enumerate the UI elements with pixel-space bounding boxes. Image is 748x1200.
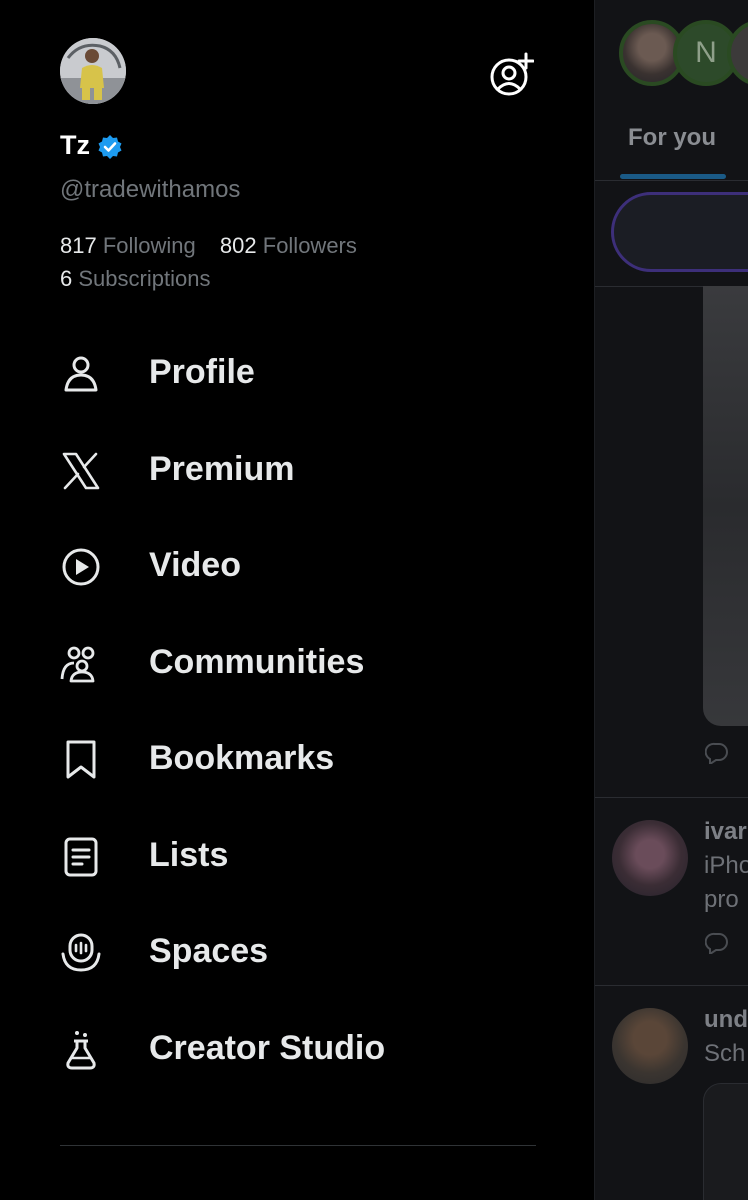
menu-item-communities[interactable]: Communities bbox=[0, 615, 594, 712]
menu-item-creator-studio[interactable]: Creator Studio bbox=[0, 1001, 594, 1098]
bookmark-icon bbox=[66, 740, 96, 779]
verified-badge-icon bbox=[98, 135, 122, 159]
avatar[interactable] bbox=[60, 38, 126, 104]
menu-label-communities: Communities bbox=[149, 642, 365, 681]
display-name[interactable]: Tz bbox=[60, 130, 90, 161]
post-media[interactable] bbox=[703, 286, 748, 726]
add-account-icon[interactable] bbox=[488, 52, 534, 98]
post-text: Sch bbox=[704, 1040, 746, 1067]
menu-label-spaces: Spaces bbox=[149, 932, 269, 970]
menu-item-profile[interactable]: Profile bbox=[0, 325, 594, 422]
flask-icon bbox=[66, 1030, 96, 1069]
post-text: pro bbox=[704, 886, 739, 913]
profile-stats: 817 Following 802 Followers 6 Subscripti… bbox=[60, 229, 357, 295]
spaces-icon bbox=[61, 933, 101, 972]
tab-active-indicator bbox=[620, 174, 726, 179]
menu-item-bookmarks[interactable]: Bookmarks bbox=[0, 711, 594, 808]
home-feed-background: For you N ivar iPho pro und Sch bbox=[594, 0, 748, 1200]
following-count: 817 bbox=[60, 233, 97, 258]
post-author[interactable]: und bbox=[704, 1006, 748, 1034]
followers-label: Followers bbox=[262, 233, 357, 258]
list-icon bbox=[64, 837, 98, 876]
drawer-menu: Profile Premium Video Communities Bookma… bbox=[0, 325, 594, 1097]
reply-icon[interactable] bbox=[705, 742, 729, 764]
post-divider bbox=[595, 985, 748, 986]
menu-item-spaces[interactable]: Spaces bbox=[0, 904, 594, 1001]
subscriptions-label: Subscriptions bbox=[78, 266, 211, 291]
drawer-divider bbox=[60, 1145, 536, 1146]
menu-item-lists[interactable]: Lists bbox=[0, 808, 594, 905]
post-text: iPho bbox=[704, 852, 748, 879]
followers-count: 802 bbox=[219, 233, 257, 258]
menu-label-creator-studio: Creator Studio bbox=[149, 1028, 386, 1067]
user-handle[interactable]: @tradewithamos bbox=[60, 176, 240, 204]
menu-item-video[interactable]: Video bbox=[0, 518, 594, 615]
menu-item-premium[interactable]: Premium bbox=[0, 422, 594, 519]
post-avatar[interactable] bbox=[612, 820, 688, 896]
menu-label-video: Video bbox=[149, 546, 241, 584]
menu-label-bookmarks: Bookmarks bbox=[149, 739, 335, 777]
menu-label-premium: Premium bbox=[149, 449, 295, 488]
subscriptions-count: 6 bbox=[60, 266, 73, 291]
subscriptions-stat[interactable]: 6 Subscriptions bbox=[60, 266, 210, 291]
followers-stat[interactable]: 802 Followers bbox=[220, 233, 357, 258]
following-label: Following bbox=[102, 233, 196, 258]
menu-label-lists: Lists bbox=[149, 835, 229, 874]
menu-label-profile: Profile bbox=[149, 353, 255, 391]
post-author[interactable]: ivar bbox=[704, 818, 747, 846]
x-logo-icon bbox=[62, 452, 100, 489]
person-icon bbox=[64, 356, 98, 392]
post-media[interactable] bbox=[703, 1083, 748, 1200]
post-divider bbox=[595, 797, 748, 798]
spaces-pill[interactable] bbox=[611, 192, 748, 272]
side-drawer: Tz @tradewithamos 817 Following 802 Foll… bbox=[0, 0, 594, 1200]
following-stat[interactable]: 817 Following bbox=[60, 233, 196, 258]
tab-for-you[interactable]: For you bbox=[628, 124, 716, 152]
play-circle-icon bbox=[62, 548, 100, 586]
communities-icon bbox=[60, 646, 95, 682]
reply-icon[interactable] bbox=[705, 932, 729, 954]
spaces-bar bbox=[595, 180, 748, 287]
post-avatar[interactable] bbox=[612, 1008, 688, 1084]
avatar-image bbox=[60, 38, 126, 104]
